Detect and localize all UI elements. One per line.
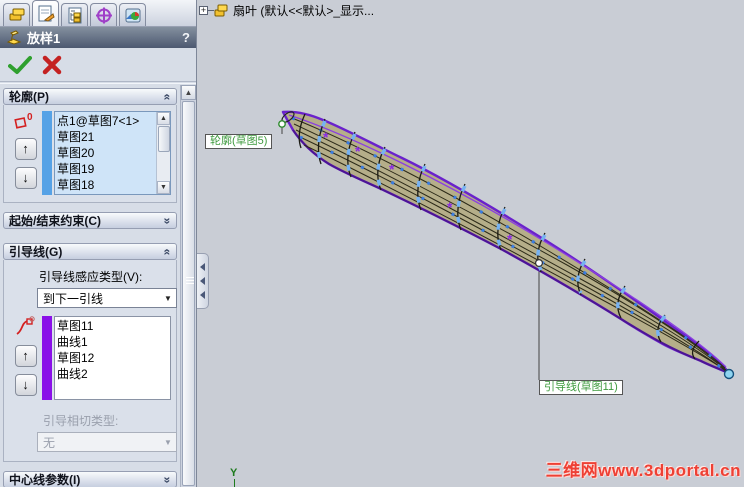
ok-button[interactable] <box>8 55 32 75</box>
scroll-thumb[interactable] <box>157 126 170 152</box>
tab-feature-manager[interactable] <box>3 3 30 26</box>
tree-expand-icon[interactable]: + <box>199 6 208 15</box>
help-icon[interactable]: ? <box>182 30 190 45</box>
panel-scrollbar[interactable]: ▲ <box>180 85 196 487</box>
guides-group-box: 引导线感应类型(V): 到下一引线 ▼ ↑ ↓ 草图11 曲线1 草图12 曲线… <box>3 260 177 462</box>
panel-scroll-thumb[interactable] <box>182 101 195 486</box>
profile-callout[interactable]: 轮廓(草图5) <box>205 134 273 149</box>
display-manager-icon <box>125 8 140 22</box>
dropdown-arrow-icon: ▼ <box>164 293 172 303</box>
collapse-left-icon <box>200 277 205 285</box>
move-profile-down-button[interactable]: ↓ <box>14 167 37 189</box>
collapse-left-icon <box>200 263 205 271</box>
property-manager-icon <box>38 5 55 22</box>
chevron-up-icon: « <box>160 248 175 255</box>
profile-list-item[interactable]: 草图19 <box>57 161 154 177</box>
group-header-start-end[interactable]: 起始/结束约束(C) » <box>3 212 177 229</box>
property-manager-panel: 放样1 ? 轮廓(P) « 0 ↑ ↓ 点1@草图7<1> 草图21 草图20 … <box>0 0 197 487</box>
cancel-button[interactable] <box>42 55 62 75</box>
profile-list-item[interactable]: 草图18 <box>57 177 154 193</box>
group-centerline-parameters: 中心线参数(I) » <box>3 471 177 487</box>
guide-list-item[interactable]: 曲线1 <box>57 334 168 350</box>
guide-selection-color-bar <box>42 316 52 400</box>
scroll-up-icon[interactable]: ▲ <box>157 112 170 125</box>
dimxpert-target-icon <box>95 7 112 23</box>
origin-triad-y-axis: Y <box>230 467 238 487</box>
panel-content: 轮廓(P) « 0 ↑ ↓ 点1@草图7<1> 草图21 草图20 草图19 草… <box>0 85 180 487</box>
svg-text:*: * <box>507 231 513 247</box>
svg-text:0: 0 <box>27 112 33 123</box>
confirm-row <box>0 48 196 79</box>
graphics-viewport[interactable]: * * * * * + 扇叶 (默认<<默认>_显示... 轮廓(草图5) 引导… <box>197 0 744 487</box>
move-guide-up-button[interactable]: ↑ <box>14 345 37 367</box>
guide-tangency-dropdown: 无 ▼ <box>37 432 177 452</box>
chevron-down-icon: » <box>160 476 175 483</box>
group-guide-curves: 引导线(G) « 引导线感应类型(V): 到下一引线 ▼ ↑ ↓ 草图11 曲线… <box>3 243 177 462</box>
part-tree-root-label[interactable]: 扇叶 (默认<<默认>_显示... <box>233 2 374 19</box>
svg-text:*: * <box>355 143 361 159</box>
svg-text:*: * <box>323 129 329 145</box>
profiles-listbox[interactable]: 点1@草图7<1> 草图21 草图20 草图19 草图18 ▲ ▼ <box>54 111 171 195</box>
solidworks-window: 放样1 ? 轮廓(P) « 0 ↑ ↓ 点1@草图7<1> 草图21 草图20 … <box>0 0 744 487</box>
guide-callout[interactable]: 引导线(草图11) <box>539 380 623 395</box>
panel-collapse-splitter[interactable] <box>197 253 209 309</box>
chevron-up-icon: « <box>160 93 175 100</box>
profiles-list-scrollbar[interactable]: ▲ ▼ <box>156 112 170 194</box>
move-profile-up-button[interactable]: ↑ <box>14 138 37 160</box>
svg-text:*: * <box>389 161 395 177</box>
group-header-profiles[interactable]: 轮廓(P) « <box>3 88 177 105</box>
guide-curve-selection-icon <box>15 316 35 335</box>
group-profiles: 轮廓(P) « 0 ↑ ↓ 点1@草图7<1> 草图21 草图20 草图19 草… <box>3 88 177 203</box>
loft-preview-blade[interactable]: * * * * * <box>280 110 731 375</box>
panel-title: 放样1 <box>27 31 61 46</box>
manager-tab-strip <box>0 0 196 27</box>
guide-influence-label: 引导线感应类型(V): <box>39 270 143 284</box>
profile-selection-icon: 0 <box>13 112 33 129</box>
graphics-canvas[interactable]: * * * * * <box>197 0 744 487</box>
move-guide-down-button[interactable]: ↓ <box>14 374 37 396</box>
blade-end-vertex <box>723 368 735 380</box>
tab-dimxpert-manager[interactable] <box>90 3 117 26</box>
feature-tree-icon <box>9 8 24 21</box>
svg-text:*: * <box>447 199 453 215</box>
part-icon <box>214 4 228 16</box>
tab-configuration-manager[interactable] <box>61 3 88 26</box>
dropdown-arrow-icon: ▼ <box>164 437 172 447</box>
tab-display-manager[interactable] <box>119 3 146 26</box>
scroll-up-icon[interactable]: ▲ <box>181 85 196 100</box>
flyout-feature-tree: + 扇叶 (默认<<默认>_显示... <box>199 2 374 19</box>
tab-property-manager[interactable] <box>32 0 59 26</box>
guides-listbox[interactable]: 草图11 曲线1 草图12 曲线2 <box>54 316 171 400</box>
profile-attach-point <box>278 120 286 128</box>
collapse-left-icon <box>200 291 205 299</box>
group-header-guides[interactable]: 引导线(G) « <box>3 243 177 260</box>
profile-selection-color-bar <box>42 111 52 195</box>
group-start-end-constraints: 起始/结束约束(C) » <box>3 212 177 229</box>
profile-list-item[interactable]: 草图20 <box>57 145 154 161</box>
profiles-group-box: 0 ↑ ↓ 点1@草图7<1> 草图21 草图20 草图19 草图18 ▲ ▼ <box>3 105 177 203</box>
profile-list-item[interactable]: 草图21 <box>57 129 154 145</box>
loft-feature-icon <box>6 30 22 45</box>
guide-list-item[interactable]: 曲线2 <box>57 366 168 382</box>
guide-list-item[interactable]: 草图12 <box>57 350 168 366</box>
panel-divider <box>0 81 196 84</box>
chevron-down-icon: » <box>160 217 175 224</box>
guide-attach-point <box>535 259 544 268</box>
configuration-manager-icon <box>68 7 81 23</box>
watermark-text: 三维网www.3dportal.cn <box>545 461 741 480</box>
guide-list-item[interactable]: 草图11 <box>57 318 168 334</box>
guide-influence-dropdown[interactable]: 到下一引线 ▼ <box>37 288 177 308</box>
property-manager-title-bar: 放样1 ? <box>0 27 196 48</box>
scroll-down-icon[interactable]: ▼ <box>157 181 170 194</box>
guide-tangency-label: 引导相切类型: <box>43 414 119 428</box>
group-header-centerline[interactable]: 中心线参数(I) » <box>3 471 177 487</box>
profile-list-item[interactable]: 点1@草图7<1> <box>57 113 154 129</box>
